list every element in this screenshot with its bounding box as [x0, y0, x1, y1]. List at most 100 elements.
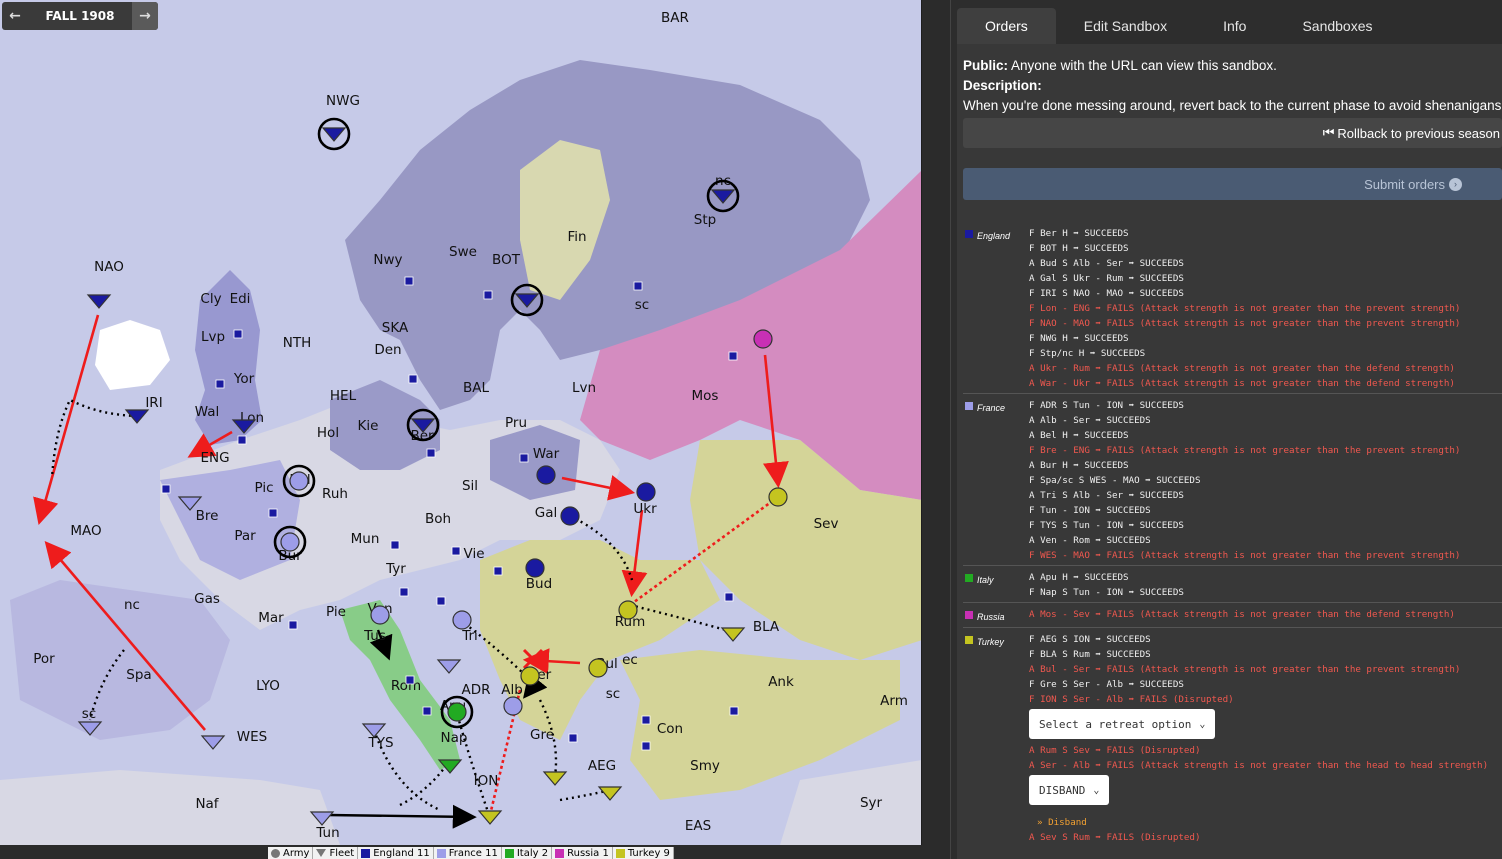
legend-item: Fleet — [313, 847, 359, 859]
france-army-unit[interactable] — [503, 696, 523, 716]
order-result: A Alb - Ser ➡ SUCCEEDS — [1029, 415, 1151, 426]
nation-results-italy: Italy A Apu H ➡ SUCCEEDS F Nap S Tun - ION… — [963, 565, 1502, 602]
retreat-select[interactable]: DISBAND ⌄ — [1029, 775, 1110, 805]
france-army-unit[interactable] — [370, 605, 390, 625]
territory-label: BAR — [661, 10, 689, 26]
description-text: When you're done messing around, revert … — [963, 98, 1502, 113]
nation-results-france: France F ADR S Tun - ION ➡ SUCCEEDS A Alb … — [963, 393, 1502, 565]
turkey-army-unit[interactable] — [588, 658, 608, 678]
supply-center-marker — [422, 706, 432, 716]
order-result: A Apu H ➡ SUCCEEDS — [1029, 572, 1129, 583]
territory-label: Stp — [694, 212, 716, 228]
turkey-army-unit[interactable] — [768, 487, 788, 507]
nation-results-russia: Russia A Mos - Sev ➡ FAILS (Attack streng… — [963, 602, 1502, 627]
territory-label: Syr — [860, 795, 883, 811]
territory-label: War — [533, 446, 560, 462]
legend-item: Russia 1 — [552, 847, 613, 859]
tab-edit-sandbox[interactable]: Edit Sandbox — [1056, 8, 1195, 44]
territory-label: HEL — [330, 388, 357, 404]
order-result: F WES - MAO ➡ FAILS (Attack strength is … — [1029, 550, 1461, 561]
territory-label: NWG — [326, 93, 360, 109]
submit-orders-button[interactable]: Submit orders › — [963, 168, 1502, 200]
territory-label: NAO — [94, 259, 124, 275]
legend-label: England 11 — [373, 847, 430, 859]
territory-label: Cly — [200, 291, 221, 307]
france-army-unit[interactable] — [452, 610, 472, 630]
orders-panel: Public: Anyone with the URL can view thi… — [957, 44, 1502, 859]
retreat-select[interactable]: Select a retreat option ⌄ — [1029, 709, 1216, 739]
legend-label: Fleet — [329, 847, 355, 859]
order-result: A Bud S Alb - Ser ➡ SUCCEEDS — [1029, 258, 1184, 269]
supply-center-marker — [451, 546, 461, 556]
territory-label: IRI — [145, 395, 162, 411]
territory-label: Bre — [196, 508, 219, 524]
legend-item: Turkey 9 — [613, 847, 674, 859]
territory-label: Tyr — [385, 561, 406, 577]
season-control: ← FALL 1908 → — [2, 2, 158, 30]
territory-label: sc — [82, 706, 96, 722]
supply-center-marker — [483, 290, 493, 300]
territory-label: ENG — [200, 450, 229, 466]
game-map[interactable]: BAR NWG NAO Cly Edi Lvp Yor NTH Wal IRI Lon ENG Bre P… — [0, 0, 922, 845]
territory-label: EAS — [685, 818, 711, 834]
territory-label: Nwy — [373, 252, 402, 268]
order-result: A Ukr - Rum ➡ FAILS (Attack strength is … — [1029, 363, 1455, 374]
territory-label: Tri — [461, 628, 478, 644]
england-army-unit[interactable] — [536, 465, 556, 485]
territory-label: Con — [657, 721, 683, 737]
territory-label: BOT — [492, 252, 521, 268]
territory-label: sc — [635, 297, 649, 313]
tab-orders[interactable]: Orders — [957, 8, 1056, 44]
territory-label: Wal — [195, 404, 220, 420]
territory-label: Den — [374, 342, 401, 358]
map-legend: Army Fleet England 11 France 11 Italy 2 Russi… — [268, 847, 674, 859]
order-result: A Bul - Ser ➡ FAILS (Attack strength is … — [1029, 664, 1461, 675]
russia-army-unit[interactable] — [753, 329, 773, 349]
territory-label: Boh — [425, 511, 451, 527]
england-army-unit[interactable] — [525, 558, 545, 578]
map-canvas[interactable]: BARNWGNAOCly EdiLvpYorNTHWalIRILonENGBreP… — [0, 0, 922, 845]
england-army-unit[interactable] — [560, 506, 580, 526]
supply-center-marker — [493, 566, 503, 576]
tab-sandboxes[interactable]: Sandboxes — [1274, 8, 1400, 44]
supply-center-marker — [404, 276, 414, 286]
territory-label: nc — [124, 597, 140, 613]
territory-label: Fin — [567, 229, 586, 245]
legend-label: Russia 1 — [567, 847, 609, 859]
nation-name: Russia — [963, 607, 1029, 625]
territory-label: Nap — [441, 730, 468, 746]
order-result: A Ser - Alb ➡ FAILS (Attack strength is … — [1029, 760, 1489, 771]
nation-color-swatch — [965, 574, 973, 582]
color-swatch — [436, 848, 446, 858]
territory-label: Spa — [126, 667, 151, 683]
disband-option[interactable]: » Disband — [1037, 815, 1502, 830]
public-text: Anyone with the URL can view this sandbo… — [1011, 58, 1277, 73]
territory-label: Pru — [505, 415, 527, 431]
nation-color-swatch — [965, 230, 973, 238]
supply-center-marker — [724, 592, 734, 602]
order-result: F BLA S Rum ➡ SUCCEEDS — [1029, 649, 1151, 660]
supply-center-marker — [519, 453, 529, 463]
territory-label: AEG — [588, 758, 616, 774]
territory-label: Gre — [530, 727, 554, 743]
territory-label: Smy — [690, 758, 720, 774]
nation-name: Italy — [963, 570, 1029, 600]
rollback-button[interactable]: ⏮ Rollback to previous season — [963, 118, 1502, 148]
turkey-army-unit[interactable] — [618, 600, 638, 620]
arrow-left-icon[interactable]: ← — [2, 2, 28, 30]
nation-color-swatch — [965, 636, 973, 644]
territory-label: Swe — [449, 244, 477, 260]
legend-item: England 11 — [358, 847, 434, 859]
territory-label: Lvp — [201, 329, 225, 345]
turkey-army-unit[interactable] — [520, 666, 540, 686]
supply-center-marker — [233, 329, 243, 339]
england-army-unit[interactable] — [636, 482, 656, 502]
tab-info[interactable]: Info — [1195, 8, 1274, 44]
public-label: Public: — [963, 58, 1009, 73]
territory-label: Ank — [768, 674, 794, 690]
season-label[interactable]: FALL 1908 — [28, 9, 132, 23]
color-swatch — [615, 848, 625, 858]
order-result: F ADR S Tun - ION ➡ SUCCEEDS — [1029, 400, 1184, 411]
order-result: F Bre - ENG ➡ FAILS (Attack strength is … — [1029, 445, 1461, 456]
arrow-right-icon[interactable]: → — [132, 2, 158, 30]
